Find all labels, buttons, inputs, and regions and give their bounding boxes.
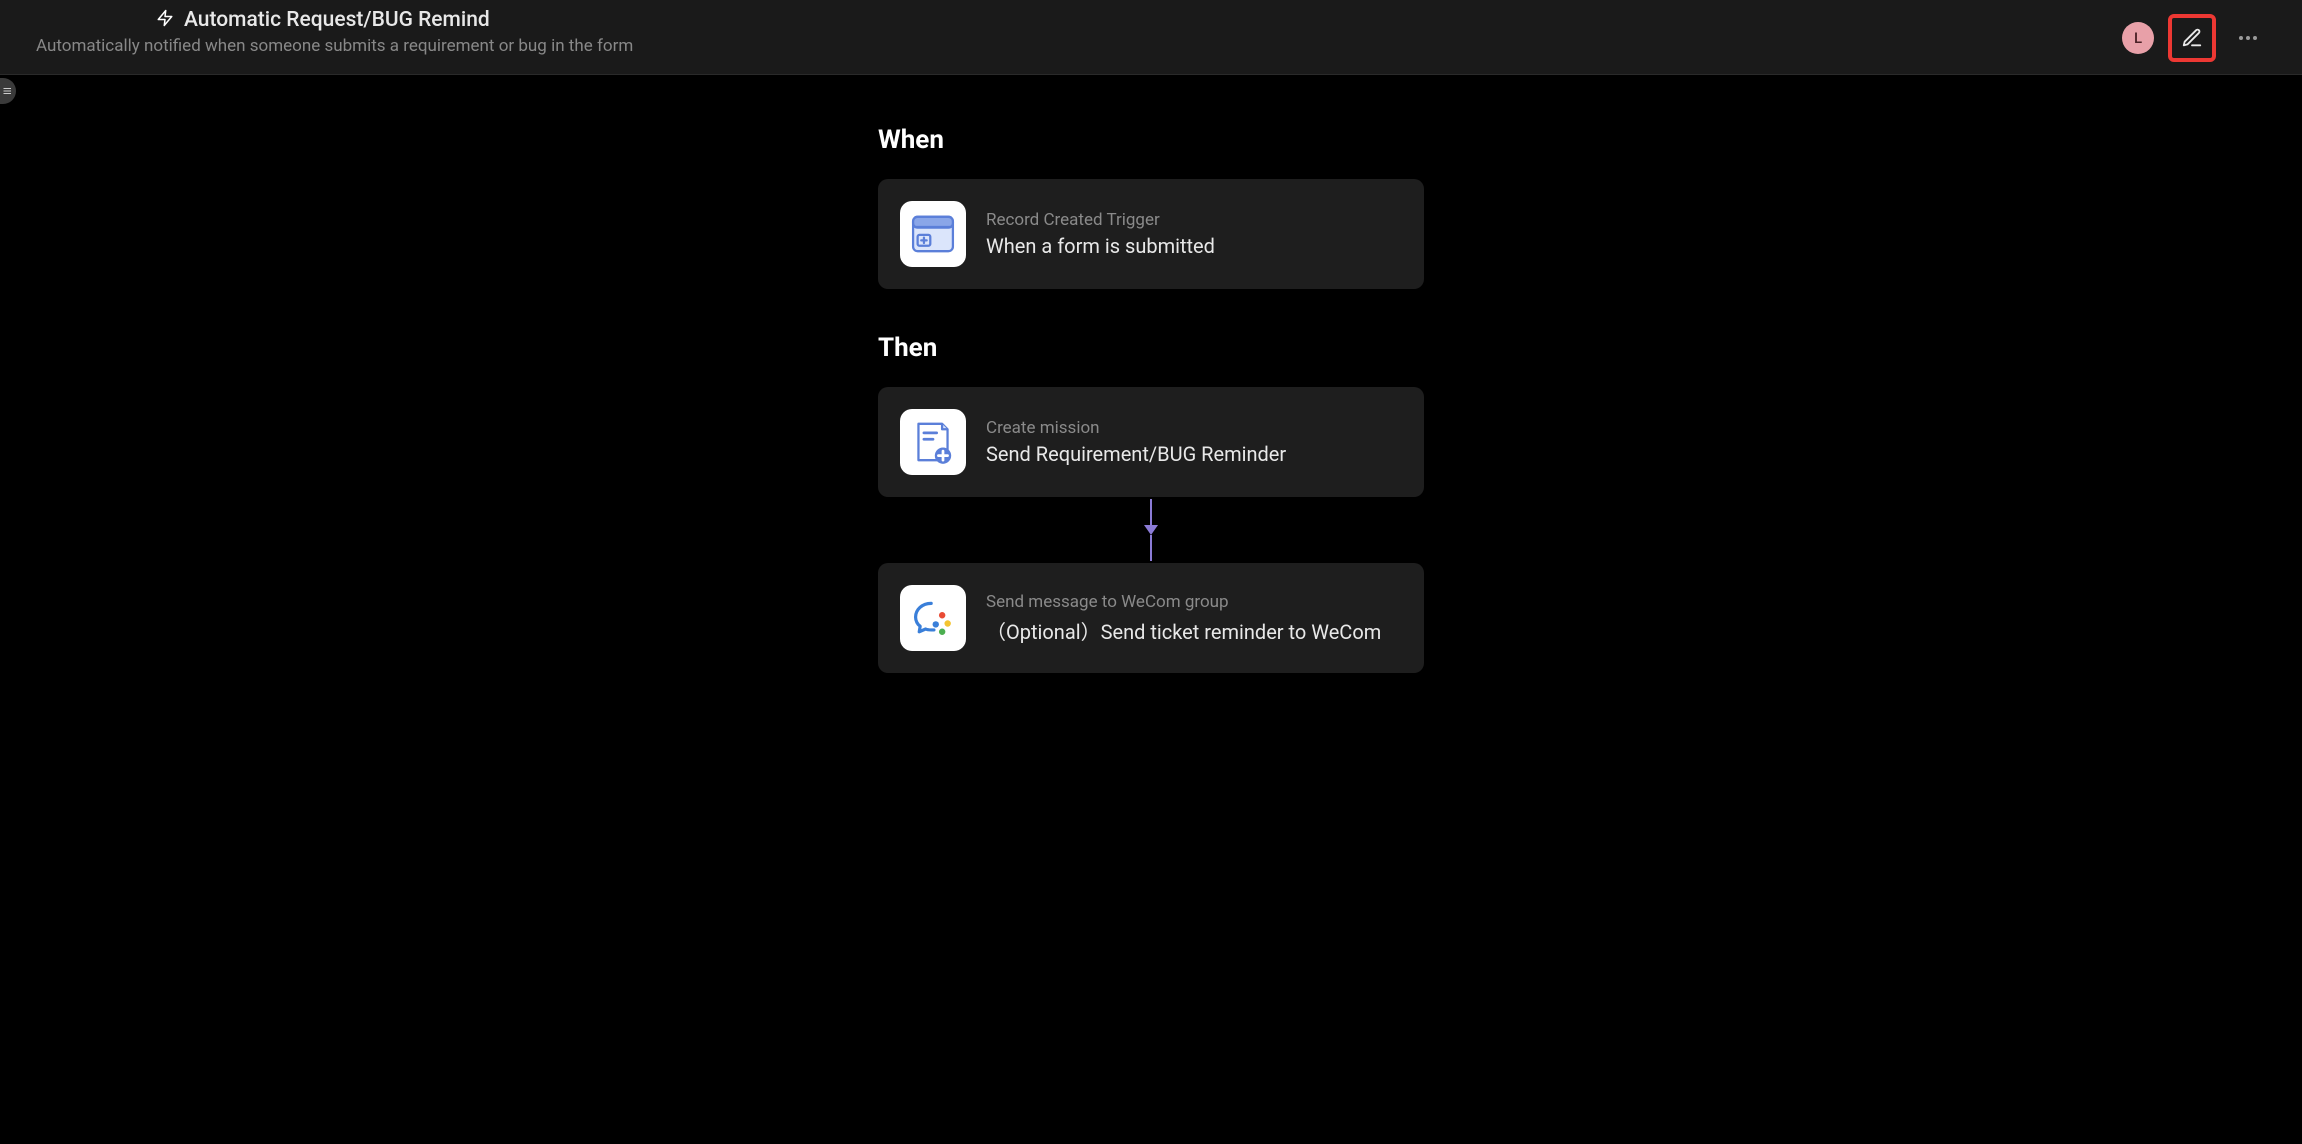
trigger-card[interactable]: Record Created Trigger When a form is su…: [878, 179, 1424, 289]
page-title: Automatic Request/BUG Remind: [184, 8, 490, 32]
edit-icon: [2181, 27, 2203, 49]
wecom-icon: [900, 585, 966, 651]
header-right: L: [2122, 8, 2266, 62]
trigger-card-title: When a form is submitted: [986, 234, 1215, 258]
connector-line: [1150, 535, 1152, 561]
menu-icon: [2, 85, 14, 97]
form-icon: [900, 201, 966, 267]
then-heading: Then: [878, 333, 1424, 363]
connector-line: [1150, 499, 1152, 525]
page-header: Automatic Request/BUG Remind Automatical…: [0, 0, 2302, 75]
action-card-body: Send message to WeCom group （Optional）Se…: [986, 592, 1381, 645]
page-subtitle: Automatically notified when someone subm…: [36, 36, 633, 56]
avatar[interactable]: L: [2122, 22, 2154, 54]
action-card-wecom[interactable]: Send message to WeCom group （Optional）Se…: [878, 563, 1424, 673]
chevron-down-icon: [1144, 525, 1158, 535]
header-left: Automatic Request/BUG Remind Automatical…: [36, 8, 633, 56]
action-card-label: Create mission: [986, 418, 1286, 438]
action-card-title: Send Requirement/BUG Reminder: [986, 442, 1286, 466]
title-row: Automatic Request/BUG Remind: [36, 8, 633, 32]
document-plus-icon: [900, 409, 966, 475]
more-button[interactable]: [2230, 20, 2266, 56]
trigger-card-label: Record Created Trigger: [986, 210, 1215, 230]
action-card-label: Send message to WeCom group: [986, 592, 1381, 612]
workflow-canvas: When Record Created Trigger When a form …: [0, 75, 2302, 723]
action-card-body: Create mission Send Requirement/BUG Remi…: [986, 418, 1286, 466]
trigger-card-body: Record Created Trigger When a form is su…: [986, 210, 1215, 258]
edit-button[interactable]: [2174, 20, 2210, 56]
bolt-icon: [156, 9, 174, 31]
action-card-create-mission[interactable]: Create mission Send Requirement/BUG Remi…: [878, 387, 1424, 497]
edit-button-highlight: [2168, 14, 2216, 62]
action-card-title: （Optional）Send ticket reminder to WeCom: [986, 616, 1381, 645]
connector: [878, 497, 1424, 563]
when-heading: When: [878, 125, 1424, 155]
more-horizontal-icon: [2236, 26, 2260, 50]
then-section: Then Create mission Send Requirement/BUG…: [878, 333, 1424, 673]
when-section: When Record Created Trigger When a form …: [878, 125, 1424, 289]
